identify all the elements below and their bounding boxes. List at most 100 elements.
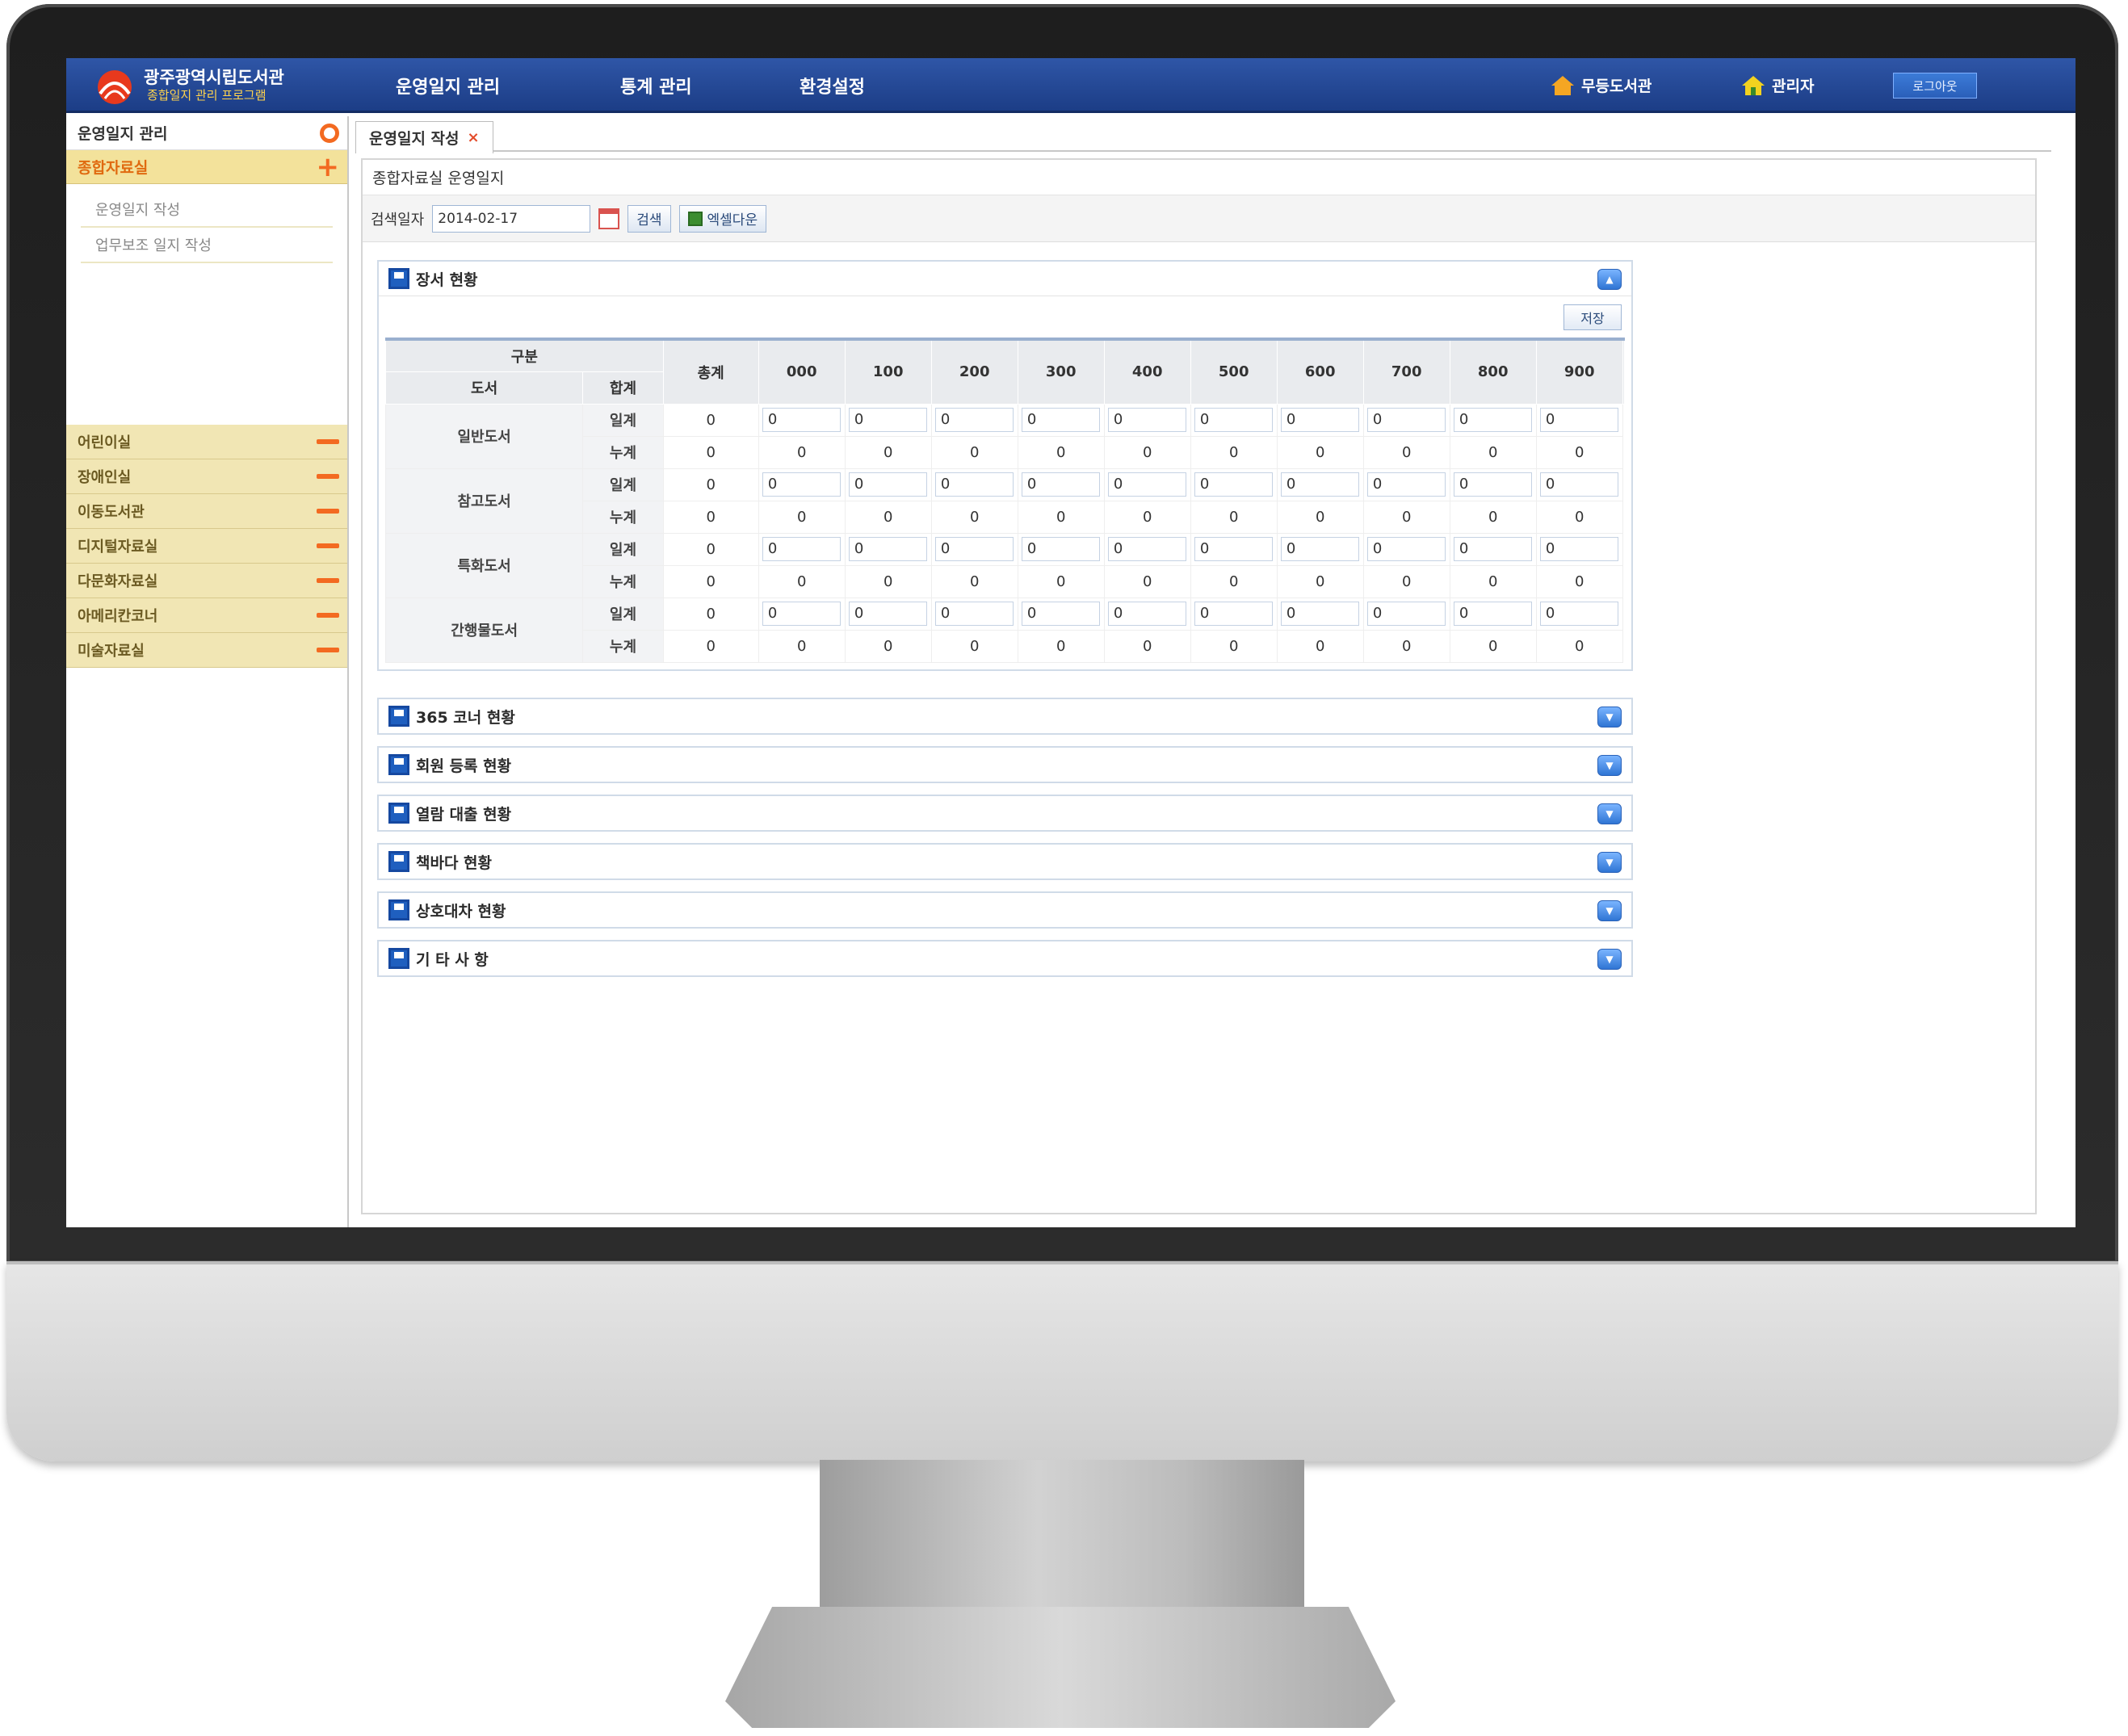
- minus-icon[interactable]: [317, 543, 339, 548]
- daily-count-input[interactable]: 0: [1366, 408, 1446, 432]
- daily-count-input[interactable]: 0: [1021, 472, 1101, 497]
- daily-count-input[interactable]: 0: [762, 602, 842, 626]
- daily-count-input[interactable]: 0: [934, 408, 1014, 432]
- expand-toggle-icon[interactable]: ▼: [1597, 707, 1622, 728]
- daily-count-input[interactable]: 0: [762, 408, 842, 432]
- daily-count-input[interactable]: 0: [1021, 408, 1101, 432]
- value-cell: 0: [758, 500, 846, 534]
- expand-toggle-icon[interactable]: ▼: [1597, 852, 1622, 873]
- section-header[interactable]: 365 코너 현황 ▼: [379, 699, 1631, 733]
- daily-count-input[interactable]: 0: [1453, 472, 1533, 497]
- daily-count-input[interactable]: 0: [848, 408, 928, 432]
- section-header[interactable]: 회원 등록 현황 ▼: [379, 748, 1631, 782]
- daily-count-input[interactable]: 0: [1280, 537, 1360, 561]
- table-row: 간행물도서 일계 0 0 0 0 0 0 0 0 0 0 0: [384, 597, 1625, 663]
- nav-settings[interactable]: 환경설정: [800, 73, 865, 99]
- admin-link[interactable]: 관리자: [1741, 74, 1814, 96]
- daily-count-input[interactable]: 0: [1539, 472, 1619, 497]
- daily-count-input[interactable]: 0: [934, 602, 1014, 626]
- logout-button[interactable]: 로그아웃: [1893, 73, 1977, 99]
- daily-count-input[interactable]: 0: [1107, 472, 1187, 497]
- section-header[interactable]: 장서 현황 ▲: [379, 262, 1631, 296]
- collapse-toggle-icon[interactable]: ▲: [1597, 269, 1622, 290]
- value-cell: 0: [930, 403, 1018, 437]
- daily-count-input[interactable]: 0: [1539, 408, 1619, 432]
- daily-count-input[interactable]: 0: [1366, 602, 1446, 626]
- daily-count-input[interactable]: 0: [1453, 602, 1533, 626]
- sidebar-group-disabled[interactable]: 장애인실: [66, 459, 347, 494]
- sidebar-item-log-write[interactable]: 운영일지 작성: [81, 192, 333, 228]
- nav-statistics[interactable]: 통계 관리: [620, 73, 692, 99]
- minus-icon[interactable]: [317, 439, 339, 444]
- row-total: 0: [662, 564, 759, 598]
- section-header[interactable]: 책바다 현황 ▼: [379, 845, 1631, 878]
- minus-icon[interactable]: [317, 474, 339, 479]
- section-book-holdings: 장서 현황 ▲ 저장 구분 총계 000 100 200 300 400 500 600 700 8…: [377, 260, 1633, 671]
- value-cell: 0: [758, 468, 846, 501]
- daily-count-input[interactable]: 0: [762, 537, 842, 561]
- daily-count-input[interactable]: 0: [934, 472, 1014, 497]
- calendar-icon[interactable]: [598, 208, 620, 229]
- daily-count-input[interactable]: 0: [1107, 408, 1187, 432]
- excel-download-button[interactable]: 엑셀다운: [678, 204, 767, 233]
- daily-count-input[interactable]: 0: [1021, 602, 1101, 626]
- value-cell: 0: [1362, 403, 1450, 437]
- save-button[interactable]: 저장: [1563, 304, 1622, 330]
- daily-count-input[interactable]: 0: [934, 537, 1014, 561]
- sidebar-group-mobile-library[interactable]: 이동도서관: [66, 494, 347, 529]
- daily-count-input[interactable]: 0: [1366, 472, 1446, 497]
- sidebar-group-children[interactable]: 어린이실: [66, 425, 347, 459]
- expand-toggle-icon[interactable]: ▼: [1597, 949, 1622, 970]
- sidebar-item-assist-log[interactable]: 업무보조 일지 작성: [81, 228, 333, 263]
- minus-icon[interactable]: [317, 648, 339, 652]
- floppy-icon: [388, 803, 409, 824]
- value-cell: 0: [1017, 435, 1105, 469]
- daily-count-input[interactable]: 0: [762, 472, 842, 497]
- minus-icon[interactable]: [317, 613, 339, 618]
- sidebar-group-general[interactable]: 종합자료실 +: [66, 150, 347, 184]
- minus-icon[interactable]: [317, 578, 339, 583]
- daily-count-input[interactable]: 0: [1194, 537, 1274, 561]
- daily-count-input[interactable]: 0: [1280, 408, 1360, 432]
- daily-count-input[interactable]: 0: [1194, 472, 1274, 497]
- sidebar-group-american-corner[interactable]: 아메리칸코너: [66, 598, 347, 633]
- close-icon[interactable]: ×: [468, 129, 480, 146]
- collapse-ring-icon[interactable]: [320, 123, 339, 143]
- daily-count-input[interactable]: 0: [848, 602, 928, 626]
- daily-count-input[interactable]: 0: [1280, 602, 1360, 626]
- sidebar-group-art[interactable]: 미술자료실: [66, 633, 347, 668]
- value-cell: 0: [1535, 532, 1623, 566]
- search-button[interactable]: 검색: [627, 204, 671, 233]
- daily-count-input[interactable]: 0: [1539, 537, 1619, 561]
- nav-log-management[interactable]: 운영일지 관리: [396, 73, 500, 99]
- section-header[interactable]: 상호대차 현황 ▼: [379, 893, 1631, 927]
- expand-toggle-icon[interactable]: ▼: [1597, 900, 1622, 921]
- daily-count-input[interactable]: 0: [1194, 602, 1274, 626]
- plus-icon[interactable]: +: [317, 153, 340, 181]
- daily-count-input[interactable]: 0: [1366, 537, 1446, 561]
- section-header[interactable]: 열람 대출 현황 ▼: [379, 796, 1631, 830]
- value-cell: 0: [1362, 629, 1450, 663]
- expand-toggle-icon[interactable]: ▼: [1597, 755, 1622, 776]
- daily-count-input[interactable]: 0: [1280, 472, 1360, 497]
- daily-count-input[interactable]: 0: [1107, 537, 1187, 561]
- row-spacer: [1622, 565, 1624, 598]
- section-header[interactable]: 기 타 사 항 ▼: [379, 941, 1631, 975]
- daily-count-input[interactable]: 0: [1194, 408, 1274, 432]
- daily-count-input[interactable]: 0: [848, 537, 928, 561]
- minus-icon[interactable]: [317, 509, 339, 514]
- expand-toggle-icon[interactable]: ▼: [1597, 803, 1622, 824]
- daily-count-input[interactable]: 0: [1021, 537, 1101, 561]
- daily-count-input[interactable]: 0: [1453, 408, 1533, 432]
- sidebar-group-digital[interactable]: 디지털자료실: [66, 529, 347, 564]
- sidebar-group-multicultural[interactable]: 다문화자료실: [66, 564, 347, 598]
- daily-count-input[interactable]: 0: [1453, 537, 1533, 561]
- header-class-700: 700: [1362, 338, 1450, 405]
- daily-count-input[interactable]: 0: [1107, 602, 1187, 626]
- sidebar-title: 운영일지 관리: [66, 116, 347, 150]
- library-home-link[interactable]: 무등도서관: [1551, 74, 1652, 96]
- tab-log-write[interactable]: 운영일지 작성 ×: [355, 121, 493, 153]
- daily-count-input[interactable]: 0: [848, 472, 928, 497]
- daily-count-input[interactable]: 0: [1539, 602, 1619, 626]
- date-input[interactable]: 2014-02-17: [432, 204, 591, 233]
